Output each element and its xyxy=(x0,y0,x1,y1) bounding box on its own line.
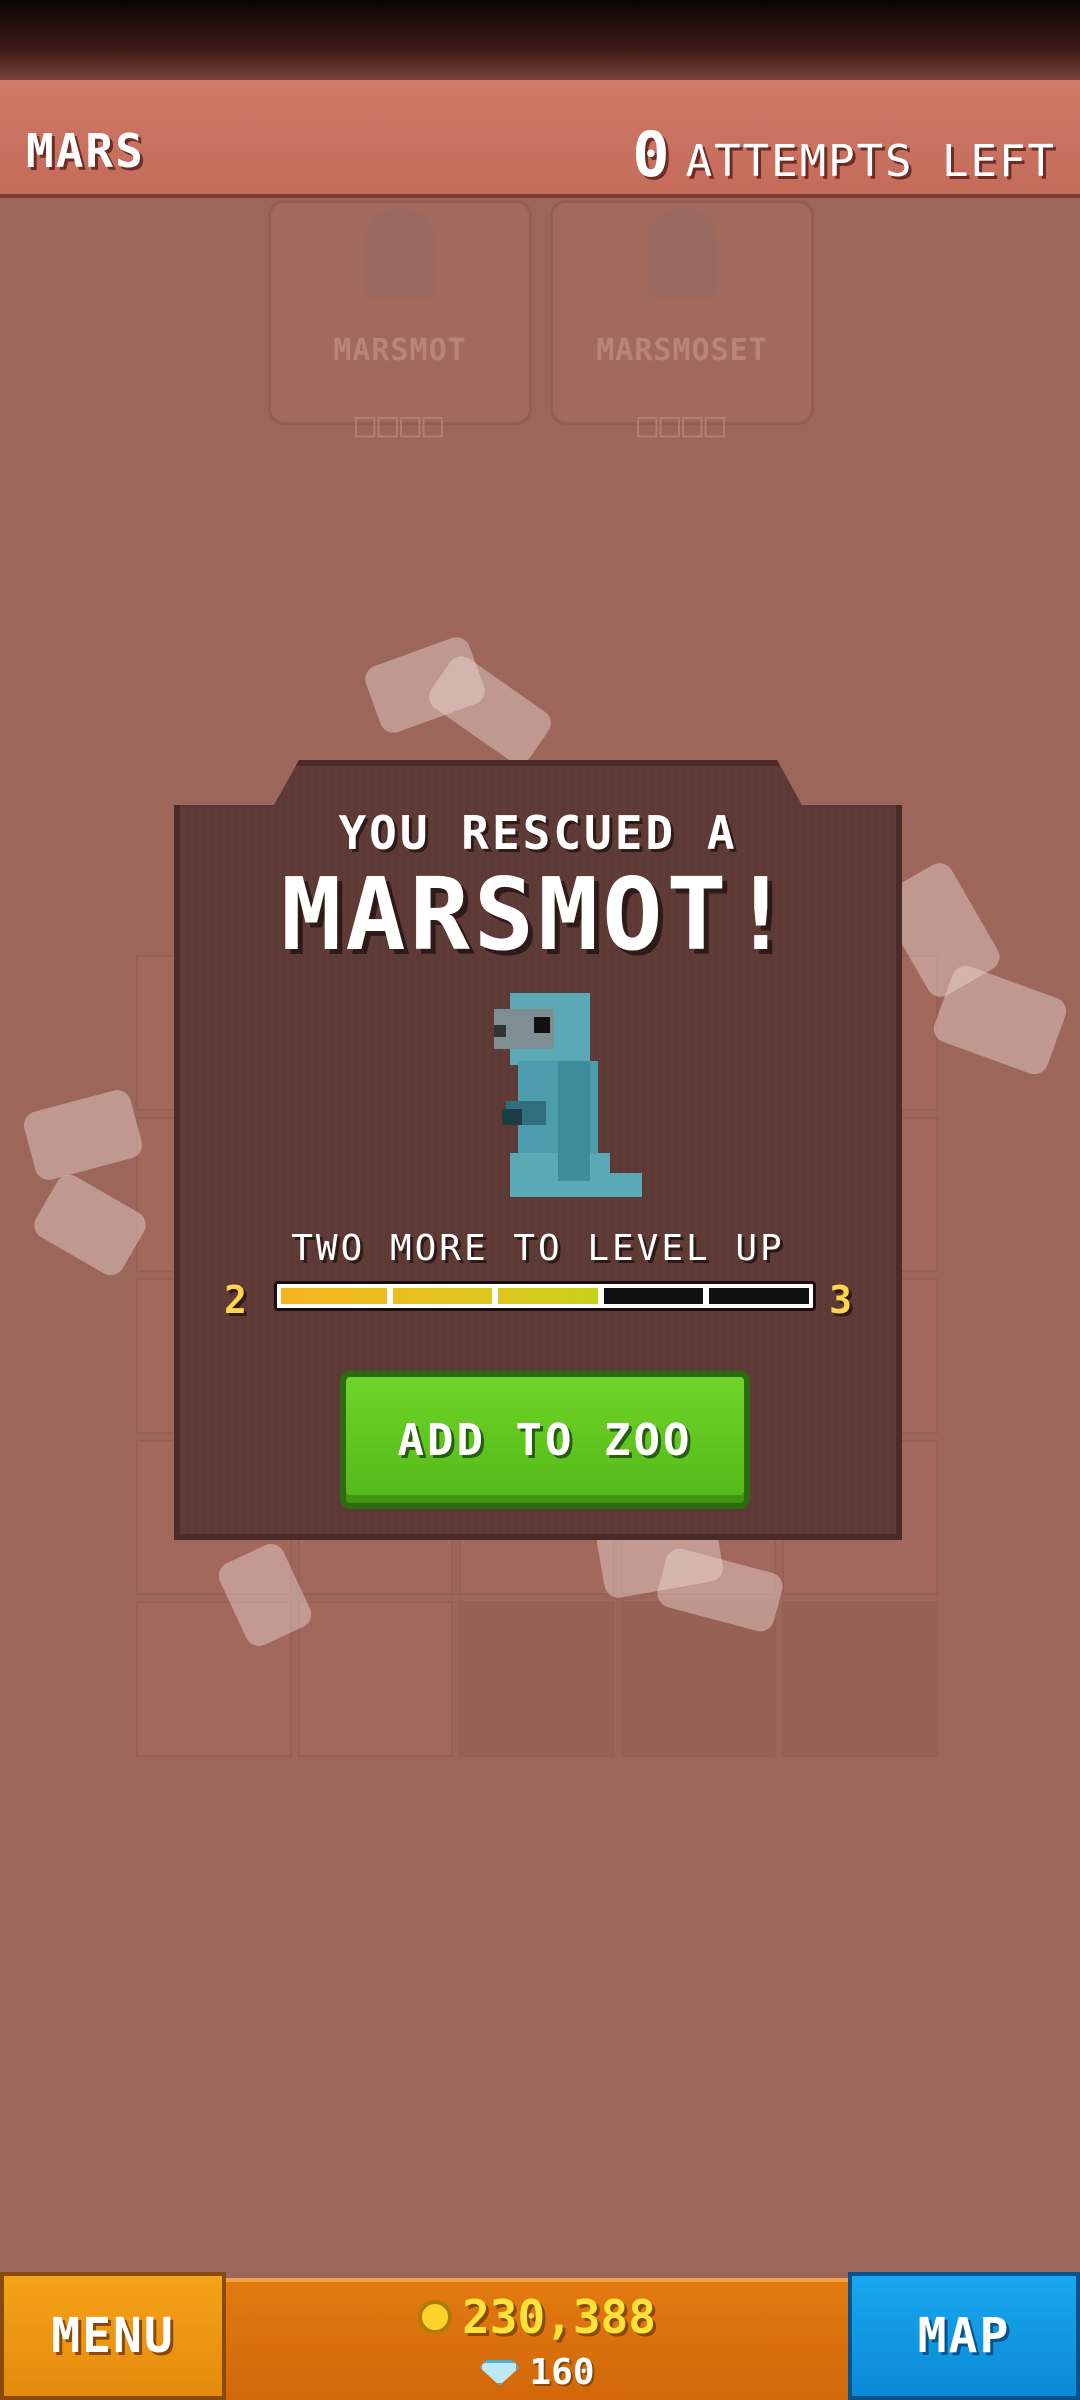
marsmoset-ghost-icon xyxy=(647,209,717,299)
marsmot-ghost-icon xyxy=(365,209,435,299)
level-from: 2 xyxy=(224,1278,247,1322)
level-to: 3 xyxy=(829,1278,852,1322)
menu-button[interactable]: MENU xyxy=(0,2272,226,2400)
ghost-creature-icon xyxy=(20,1086,146,1184)
card-name: MARSMOT xyxy=(333,333,467,368)
progress-divider xyxy=(703,1284,710,1308)
attempts-label: ATTEMPTS LEFT xyxy=(685,136,1056,187)
progress-divider xyxy=(597,1284,604,1308)
level-name: MARS xyxy=(26,124,145,178)
progress-fill xyxy=(281,1288,598,1304)
progress-divider xyxy=(492,1284,499,1308)
map-button[interactable]: MAP xyxy=(848,2272,1080,2400)
currency-panel: 230,388 160 xyxy=(226,2278,848,2400)
ghost-creature-icon xyxy=(29,1169,151,1281)
card-progress-boxes: □□□□ xyxy=(355,405,445,445)
progress-track xyxy=(281,1284,809,1308)
attempts-count: 0 xyxy=(632,118,672,191)
progress-divider xyxy=(386,1284,393,1308)
rescue-modal: YOU RESCUED A MARSMOT! TWO MORE TO LEVEL… xyxy=(174,760,902,1540)
add-to-zoo-button[interactable]: ADD TO ZOO xyxy=(340,1371,750,1509)
grid-cell xyxy=(459,1601,615,1757)
top-bar: MARS 0 ATTEMPTS LEFT xyxy=(0,80,1080,198)
gem-icon xyxy=(479,2359,520,2386)
zoo-card-marsmoset: MARSMOSET □□□□ xyxy=(550,200,814,445)
grid-cell xyxy=(782,1601,938,1757)
gem-count: 160 xyxy=(529,2352,595,2393)
gems-row: 160 xyxy=(226,2352,848,2393)
coins-row: 230,388 xyxy=(226,2290,848,2344)
grid-cell xyxy=(297,1601,454,1757)
levelup-text: TWO MORE TO LEVEL UP xyxy=(291,1228,785,1269)
zoo-card-marsmot: MARSMOT □□□□ xyxy=(268,200,532,445)
level-progress-bar xyxy=(274,1281,816,1311)
ghost-creature-icon xyxy=(929,961,1071,1079)
modal-title: MARSMOT! xyxy=(281,856,795,973)
modal-subtitle: YOU RESCUED A xyxy=(338,806,738,860)
marsmot-icon xyxy=(494,993,642,1197)
coin-count: 230,388 xyxy=(462,2290,656,2344)
coin-icon xyxy=(418,2300,453,2334)
card-progress-boxes: □□□□ xyxy=(637,405,727,445)
bottom-bar: MENU 230,388 160 MAP xyxy=(0,2272,1080,2400)
attempts-counter: 0 ATTEMPTS LEFT xyxy=(632,118,1056,191)
card-name: MARSMOSET xyxy=(596,333,768,368)
